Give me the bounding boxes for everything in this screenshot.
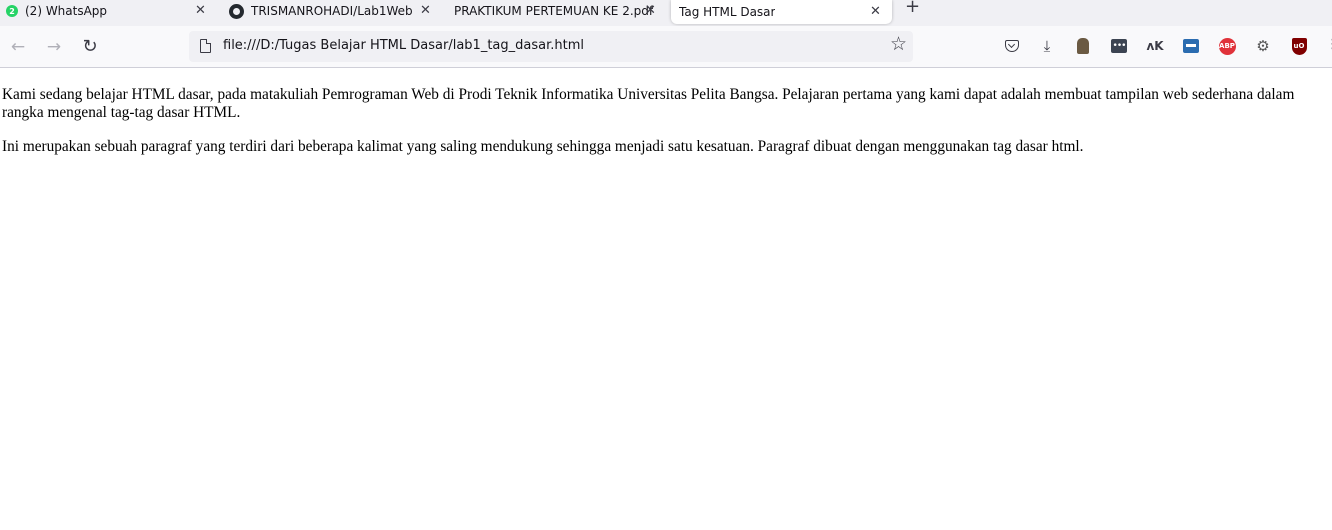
profile-extension-icon[interactable] [1074, 37, 1092, 55]
forward-button[interactable]: → [44, 37, 64, 57]
more-menu-icon[interactable]: ⋮ [1326, 38, 1332, 51]
page-content: Kami sedang belajar HTML dasar, pada mat… [0, 68, 1332, 530]
adblock-plus-icon[interactable]: ABP [1218, 37, 1236, 55]
close-icon[interactable]: ✕ [870, 5, 881, 18]
close-icon[interactable]: ✕ [645, 4, 656, 17]
tab-whatsapp[interactable]: 2 (2) WhatsApp ✕ [6, 0, 212, 22]
address-bar[interactable]: file:///D:/Tugas Belajar HTML Dasar/lab1… [189, 31, 913, 62]
github-icon [229, 3, 244, 19]
tab-tag-html-dasar[interactable]: Tag HTML Dasar ✕ [671, 0, 892, 24]
ublock-origin-icon[interactable]: uO [1290, 37, 1308, 55]
dots-extension-icon[interactable]: ••• [1110, 37, 1128, 55]
whatsapp-icon: 2 [6, 5, 18, 17]
tab-title: Tag HTML Dasar [679, 5, 776, 19]
reload-button[interactable]: ↻ [80, 37, 100, 57]
settings-extension-icon[interactable]: ⚙ [1254, 37, 1272, 55]
navigation-toolbar: ← → ↻ file:///D:/Tugas Belajar HTML Dasa… [0, 26, 1332, 68]
tab-title: TRISMANROHADI/Lab1Web [251, 4, 413, 18]
paragraph: Kami sedang belajar HTML dasar, pada mat… [2, 86, 1295, 121]
download-icon[interactable]: ⤓ [1038, 37, 1056, 55]
close-icon[interactable]: ✕ [195, 4, 206, 17]
tab-github[interactable]: TRISMANROHADI/Lab1Web ✕ [229, 0, 435, 22]
new-tab-button[interactable]: + [905, 0, 920, 16]
box-extension-icon[interactable] [1182, 37, 1200, 55]
page-icon [200, 39, 211, 53]
back-button[interactable]: ← [8, 37, 28, 57]
close-icon[interactable]: ✕ [420, 4, 431, 17]
pocket-icon[interactable] [1003, 37, 1021, 55]
url-text[interactable]: file:///D:/Tugas Belajar HTML Dasar/lab1… [223, 38, 584, 53]
tab-title: (2) WhatsApp [25, 4, 108, 18]
tab-title: PRAKTIKUM PERTEMUAN KE 2.pdf [454, 4, 654, 18]
tab-strip: 2 (2) WhatsApp ✕ TRISMANROHADI/Lab1Web ✕… [0, 0, 1332, 26]
bookmark-star-icon[interactable]: ☆ [890, 35, 907, 54]
ak-extension-icon[interactable]: ʌK [1146, 37, 1164, 55]
tab-praktikum-pdf[interactable]: PRAKTIKUM PERTEMUAN KE 2.pdf ✕ [454, 0, 660, 22]
paragraph: Ini merupakan sebuah paragraf yang terdi… [2, 138, 1084, 155]
